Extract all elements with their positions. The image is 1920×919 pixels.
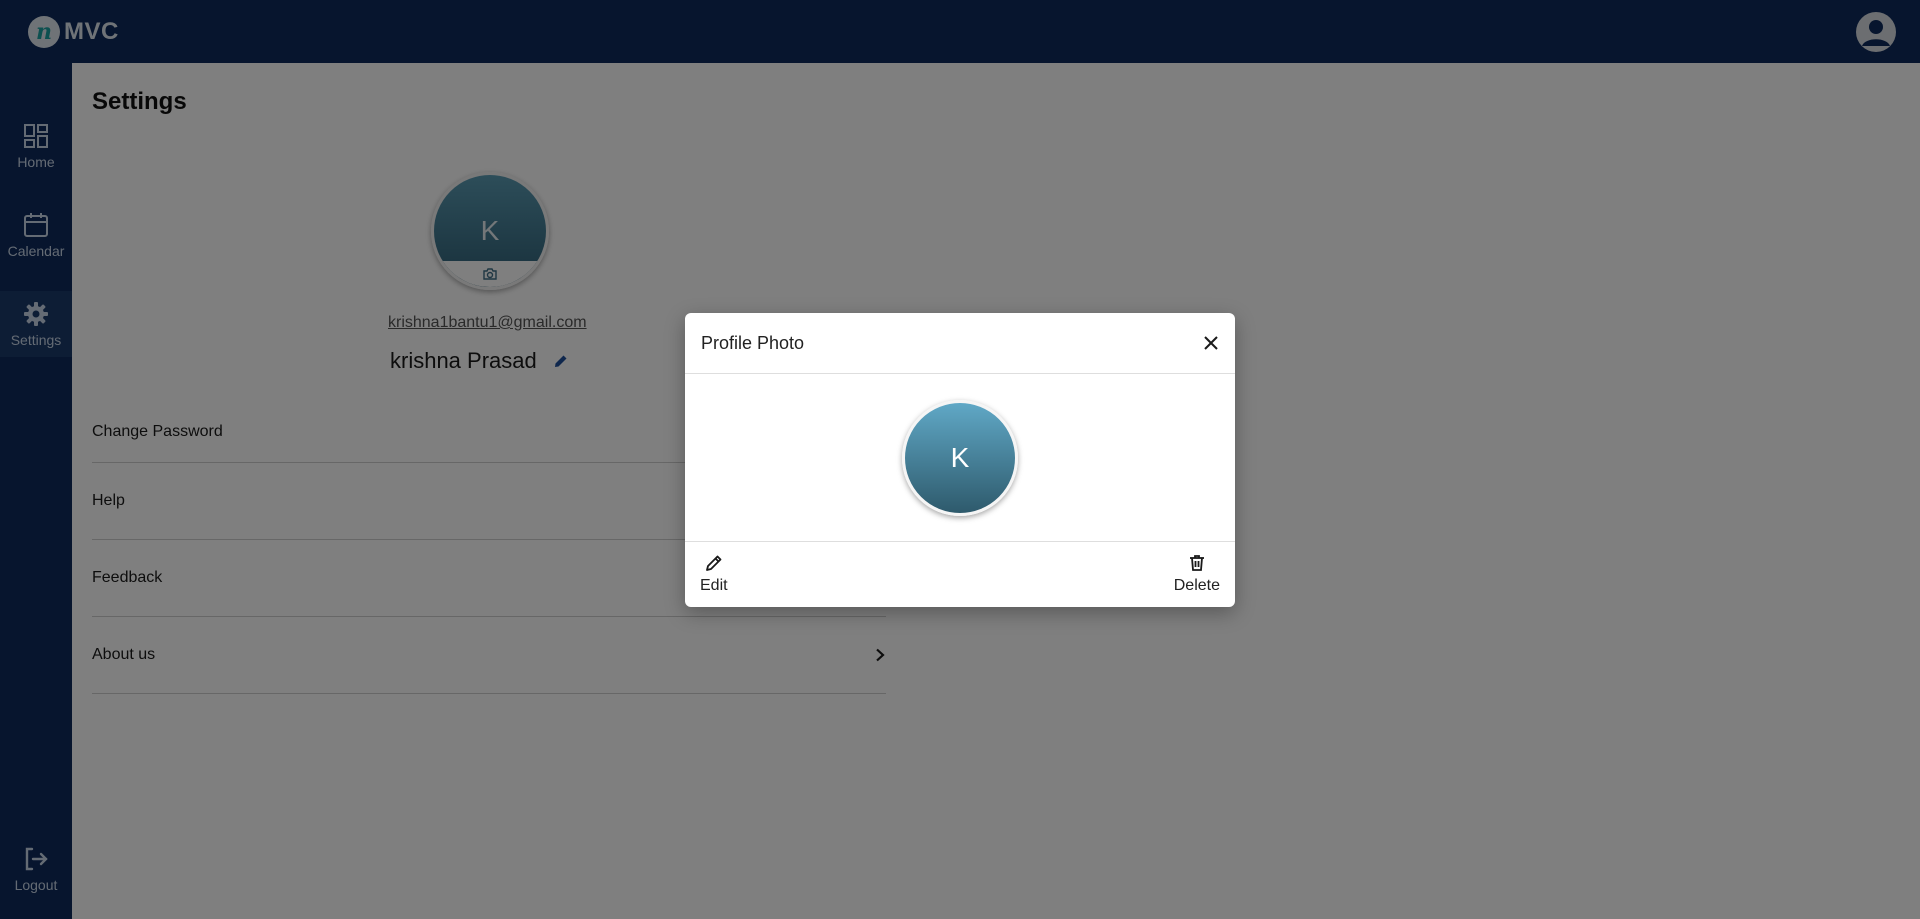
profile-photo-preview: K	[902, 399, 1018, 516]
close-button[interactable]	[1203, 335, 1219, 351]
profile-photo-dialog: Profile Photo K Edit Delete	[685, 313, 1235, 607]
pencil-icon	[705, 555, 722, 571]
dialog-title: Profile Photo	[701, 332, 805, 353]
dialog-body: K	[685, 374, 1235, 542]
close-icon	[1204, 336, 1218, 350]
delete-photo-button[interactable]: Delete	[1174, 553, 1220, 595]
edit-photo-button[interactable]: Edit	[700, 553, 728, 595]
delete-label: Delete	[1173, 577, 1220, 594]
avatar-initial: K	[950, 441, 970, 473]
trash-icon	[1189, 555, 1204, 571]
dialog-header: Profile Photo	[685, 313, 1235, 374]
edit-label: Edit	[700, 577, 728, 594]
dialog-footer: Edit Delete	[685, 542, 1235, 606]
